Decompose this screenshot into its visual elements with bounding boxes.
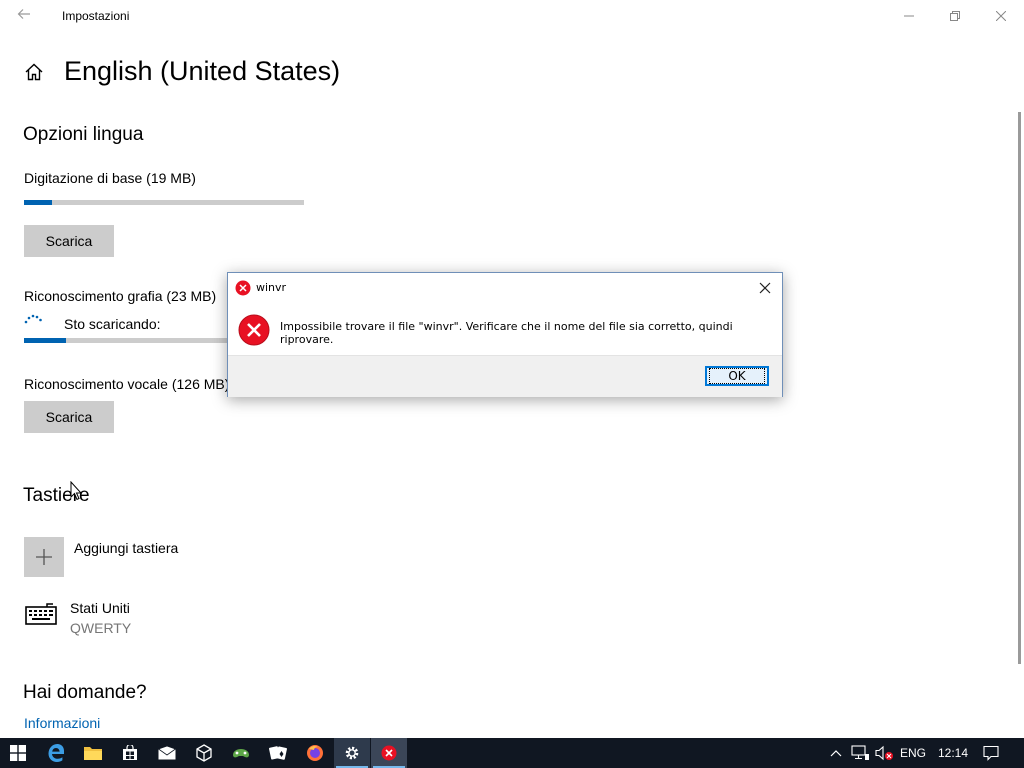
downloading-status: Sto scaricando: bbox=[64, 316, 161, 332]
error-icon bbox=[238, 314, 270, 346]
help-heading: Hai domande? bbox=[23, 682, 147, 703]
language-indicator[interactable]: ENG bbox=[898, 738, 928, 768]
taskbar: ENG 12:14 bbox=[0, 738, 1024, 768]
close-button[interactable] bbox=[978, 0, 1024, 32]
basic-typing-label: Digitazione di base (19 MB) bbox=[24, 170, 196, 186]
error-dialog: winvr Impossibile trovare il file "winvr… bbox=[227, 272, 783, 397]
mouse-cursor-icon bbox=[70, 480, 83, 506]
network-icon[interactable] bbox=[849, 738, 871, 768]
clock[interactable]: 12:14 bbox=[934, 738, 972, 768]
solitaire-icon[interactable] bbox=[260, 738, 296, 768]
settings-icon[interactable] bbox=[334, 738, 370, 768]
home-icon[interactable] bbox=[24, 62, 44, 82]
language-options-heading: Opzioni lingua bbox=[23, 124, 144, 145]
title-bar: Impostazioni bbox=[0, 0, 1024, 32]
plus-icon bbox=[36, 549, 52, 565]
file-explorer-icon[interactable] bbox=[75, 738, 111, 768]
restore-button[interactable] bbox=[932, 0, 978, 32]
dialog-message: Impossibile trovare il file "winvr". Ver… bbox=[280, 320, 733, 346]
volume-muted-icon[interactable] bbox=[873, 738, 895, 768]
keyboard-icon bbox=[25, 601, 59, 632]
back-arrow-icon[interactable] bbox=[14, 6, 34, 26]
handwriting-progress-fill bbox=[24, 338, 66, 343]
minimize-button[interactable] bbox=[886, 0, 932, 32]
mail-icon[interactable] bbox=[149, 738, 185, 768]
ok-button-label: OK bbox=[709, 368, 765, 384]
info-link[interactable]: Informazioni bbox=[24, 715, 100, 731]
notifications-icon[interactable] bbox=[980, 738, 1002, 768]
keyboard-item-layout: QWERTY bbox=[70, 620, 132, 636]
page-title: English (United States) bbox=[64, 56, 341, 86]
ok-button[interactable]: OK bbox=[705, 366, 769, 386]
dialog-close-button[interactable] bbox=[754, 277, 776, 299]
error-app-icon[interactable] bbox=[371, 738, 407, 768]
window-title: Impostazioni bbox=[62, 9, 130, 23]
download-speech-button[interactable]: Scarica bbox=[24, 401, 114, 433]
basic-typing-progress-fill bbox=[24, 200, 52, 205]
store-icon[interactable] bbox=[112, 738, 148, 768]
add-keyboard-button[interactable] bbox=[24, 537, 64, 577]
basic-typing-progress bbox=[24, 200, 304, 205]
error-small-icon bbox=[235, 280, 251, 296]
add-keyboard-label[interactable]: Aggiungi tastiera bbox=[74, 540, 178, 556]
loading-spinner-icon bbox=[24, 312, 44, 324]
dialog-title: winvr bbox=[256, 281, 287, 294]
3d-viewer-icon[interactable] bbox=[186, 738, 222, 768]
start-icon[interactable] bbox=[0, 738, 36, 768]
firefox-icon[interactable] bbox=[297, 738, 333, 768]
keyboard-item-name[interactable]: Stati Uniti bbox=[70, 600, 130, 616]
xbox-icon[interactable] bbox=[223, 738, 259, 768]
close-icon bbox=[759, 282, 771, 294]
speech-label: Riconoscimento vocale (126 MB) bbox=[24, 376, 230, 392]
scrollbar[interactable] bbox=[1018, 112, 1021, 664]
dialog-footer: OK bbox=[228, 355, 782, 397]
download-basic-typing-button[interactable]: Scarica bbox=[24, 225, 114, 257]
handwriting-label: Riconoscimento grafia (23 MB) bbox=[24, 288, 217, 304]
show-hidden-icons-icon[interactable] bbox=[826, 738, 846, 768]
edge-icon[interactable] bbox=[38, 738, 74, 768]
